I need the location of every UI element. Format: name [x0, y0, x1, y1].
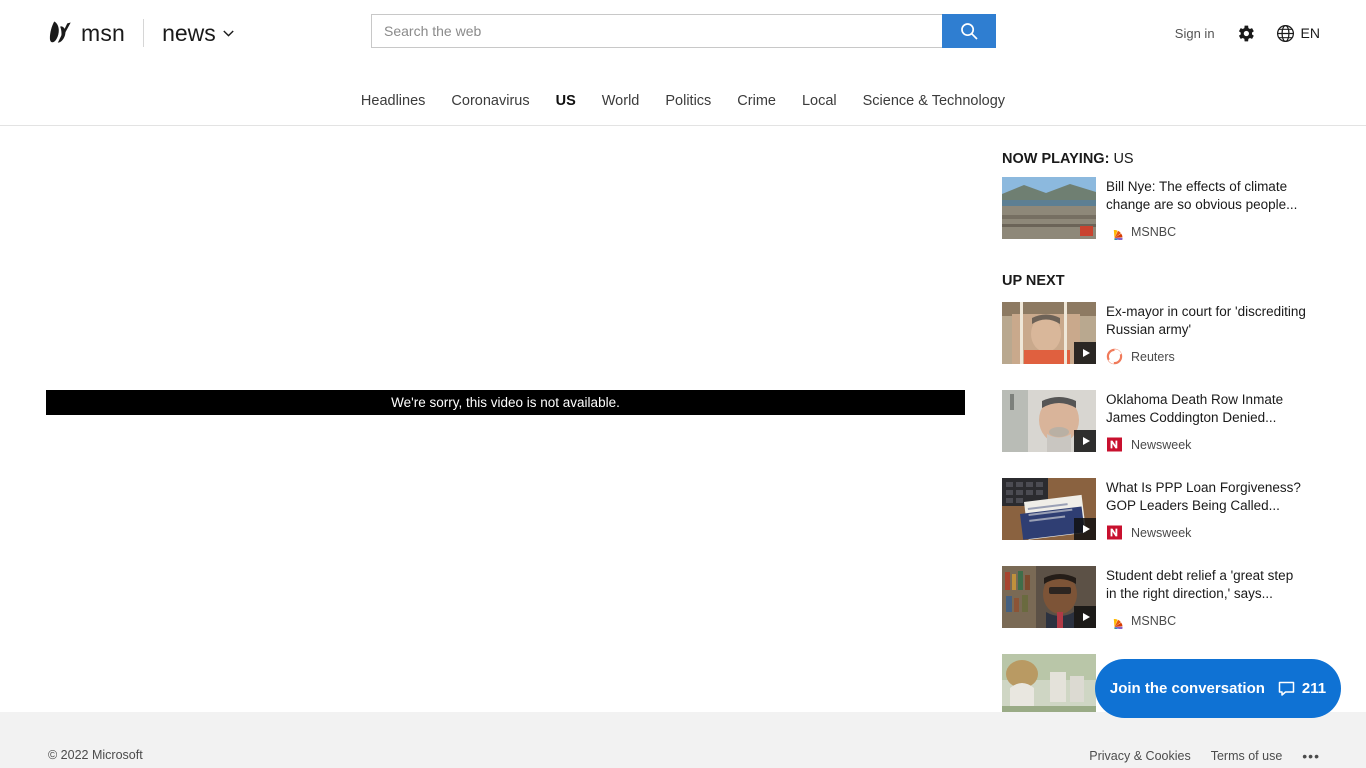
item-body: Ex-mayor in court for 'discrediting Russ… — [1106, 302, 1354, 365]
sign-in-link[interactable]: Sign in — [1175, 26, 1215, 41]
search-input[interactable] — [371, 14, 942, 48]
video-thumbnail[interactable] — [1002, 390, 1096, 452]
brand-divider — [143, 19, 145, 47]
comment-count: 211 — [1301, 680, 1327, 697]
site-header: msn news Sign in — [0, 0, 1366, 126]
now-playing-header: NOW PLAYING: US — [1002, 151, 1134, 167]
up-next-item[interactable]: Student debt relief a 'great step in the… — [1002, 566, 1354, 629]
play-icon[interactable] — [1074, 518, 1096, 540]
up-next-item[interactable]: Ex-mayor in court for 'discrediting Russ… — [1002, 302, 1354, 365]
video-title: Oklahoma Death Row Inmate James Coddingt… — [1106, 392, 1284, 425]
nav-item-headlines[interactable]: Headlines — [348, 92, 439, 110]
video-title: Student debt relief a 'great step in the… — [1106, 568, 1294, 601]
thumbnail-image — [1002, 654, 1096, 712]
video-thumbnail[interactable] — [1002, 177, 1096, 239]
item-body: Oklahoma Death Row Inmate James Coddingt… — [1106, 390, 1354, 453]
nav-item-label: Politics — [665, 93, 712, 109]
video-title: Bill Nye: The effects of climate change … — [1106, 179, 1298, 212]
video-playlist-rail: NOW PLAYING: US UP NEXT Bill Nye: The ef… — [990, 127, 1366, 712]
source-name: MSNBC — [1131, 224, 1177, 239]
nav-item-us[interactable]: US — [543, 92, 589, 110]
footer-links: Privacy & Cookies Terms of use ••• — [1089, 748, 1320, 764]
footer-link-privacy[interactable]: Privacy & Cookies — [1089, 749, 1190, 763]
msn-wordmark: msn — [81, 19, 126, 46]
gear-icon — [1238, 25, 1254, 41]
up-next-item[interactable]: Oklahoma Death Row Inmate James Coddingt… — [1002, 390, 1354, 453]
item-body: Student debt relief a 'great step in the… — [1106, 566, 1354, 629]
nav-item-label: US — [555, 93, 576, 109]
nav-item-local[interactable]: Local — [789, 92, 850, 110]
video-source: MSNBC — [1106, 223, 1354, 240]
globe-icon — [1276, 24, 1294, 42]
nav-item-label: World — [601, 93, 640, 109]
video-thumbnail[interactable] — [1002, 654, 1096, 712]
play-icon[interactable] — [1074, 430, 1096, 452]
msnbc-peacock-icon — [1113, 229, 1123, 240]
source-name: Newsweek — [1131, 525, 1192, 540]
play-icon[interactable] — [1074, 342, 1096, 364]
video-source: Newsweek — [1106, 436, 1354, 453]
item-body: Bill Nye: The effects of climate change … — [1106, 177, 1354, 240]
nav-item-politics[interactable]: Politics — [652, 92, 724, 110]
category-nav: Headlines Coronavirus US World Politics Crime… — [0, 92, 1366, 126]
video-source: MSNBC — [1106, 612, 1354, 629]
newsweek-icon — [1107, 437, 1122, 452]
item-body: What Is PPP Loan Forgiveness? GOP Leader… — [1106, 478, 1354, 541]
play-icon[interactable] — [1074, 606, 1096, 628]
video-stage[interactable]: We're sorry, this video is not available… — [46, 127, 965, 657]
msn-news-video-page: msn news Sign in — [0, 0, 1366, 768]
nav-item-coronavirus[interactable]: Coronavirus — [438, 92, 542, 110]
copyright-text: © 2022 Microsoft — [48, 748, 143, 762]
reuters-icon — [1106, 348, 1123, 365]
source-name: Newsweek — [1131, 437, 1192, 452]
video-source: Reuters — [1106, 348, 1354, 365]
language-selector[interactable]: EN — [1276, 24, 1320, 43]
site-footer: © 2022 Microsoft Privacy & Cookies Terms… — [0, 712, 1366, 768]
now-playing-category: US — [1113, 151, 1134, 167]
nav-item-label: Headlines — [360, 93, 426, 109]
vertical-label: news — [162, 19, 216, 46]
join-conversation-label: Join the conversation — [1109, 680, 1265, 697]
video-thumbnail[interactable] — [1002, 302, 1096, 364]
now-playing-label: NOW PLAYING: — [1002, 151, 1110, 167]
video-thumbnail[interactable] — [1002, 478, 1096, 540]
video-thumbnail[interactable] — [1002, 566, 1096, 628]
brand-area: msn news — [48, 16, 234, 50]
comment-bubble-icon — [1278, 681, 1295, 696]
settings-button[interactable] — [1235, 23, 1256, 44]
up-next-item[interactable]: What Is PPP Loan Forgiveness? GOP Leader… — [1002, 478, 1354, 541]
newsweek-icon — [1107, 525, 1122, 540]
nav-item-world[interactable]: World — [589, 92, 653, 110]
msn-butterfly-logo-icon — [49, 21, 71, 43]
search-submit-button[interactable] — [942, 14, 996, 48]
msnbc-peacock-icon — [1113, 618, 1123, 629]
header-actions: Sign in EN — [1175, 20, 1320, 46]
footer-link-terms[interactable]: Terms of use — [1211, 749, 1283, 763]
nav-item-label: Crime — [737, 93, 776, 109]
video-source: Newsweek — [1106, 524, 1354, 541]
msn-home-link[interactable]: msn — [48, 20, 125, 47]
video-error-message: We're sorry, this video is not available… — [46, 390, 965, 415]
video-player-column: We're sorry, this video is not available… — [0, 127, 990, 712]
nav-item-label: Science & Technology — [862, 93, 1006, 109]
search-bar — [371, 14, 996, 48]
chevron-down-icon — [223, 29, 234, 37]
join-conversation-button[interactable]: Join the conversation 211 — [1095, 659, 1341, 718]
source-name: Reuters — [1131, 349, 1175, 364]
nav-item-science-technology[interactable]: Science & Technology — [850, 92, 1018, 110]
language-label: EN — [1300, 25, 1320, 41]
video-title: Ex-mayor in court for 'discrediting Russ… — [1106, 304, 1306, 337]
now-playing-item[interactable]: Bill Nye: The effects of climate change … — [1002, 177, 1354, 240]
comment-count-group: 211 — [1278, 680, 1326, 697]
nav-item-label: Local — [801, 93, 837, 109]
search-icon — [960, 22, 978, 40]
nav-item-label: Coronavirus — [451, 93, 530, 109]
source-name: MSNBC — [1131, 613, 1177, 628]
footer-more-icon[interactable]: ••• — [1302, 748, 1320, 764]
video-title: What Is PPP Loan Forgiveness? GOP Leader… — [1106, 480, 1301, 513]
nav-item-crime[interactable]: Crime — [724, 92, 789, 110]
up-next-header: UP NEXT — [1002, 273, 1065, 289]
vertical-selector[interactable]: news — [162, 20, 234, 47]
thumbnail-image — [1002, 177, 1096, 239]
